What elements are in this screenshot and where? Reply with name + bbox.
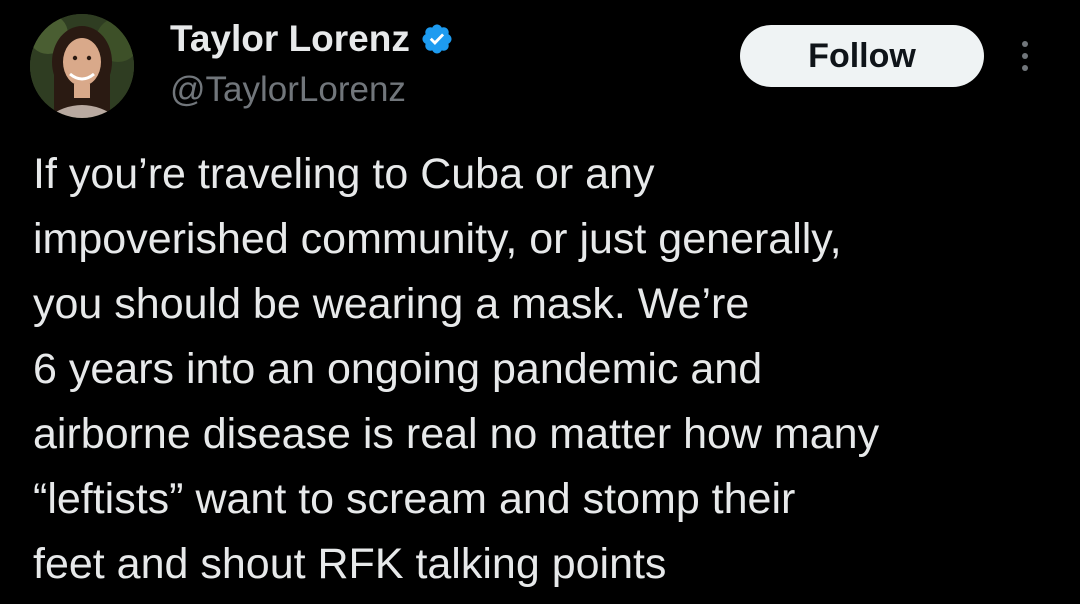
more-options-icon[interactable] [1012, 38, 1038, 74]
tweet-text-line: If you’re traveling to Cuba or any [33, 150, 655, 198]
tweet-card: Taylor Lorenz @TaylorLorenz Follow If yo… [0, 0, 1080, 604]
tweet-text-line: “leftists” want to scream and stomp thei… [33, 475, 796, 523]
tweet-body: If you’re traveling to Cuba or any impov… [33, 142, 1063, 597]
tweet-text-line: airborne disease is real no matter how m… [33, 410, 880, 458]
tweet-text-line: 6 years into an ongoing pandemic and [33, 345, 763, 393]
verified-badge-icon [422, 24, 452, 54]
tweet-text-line: you should be wearing a mask. We’re [33, 280, 750, 328]
author-handle[interactable]: @TaylorLorenz [170, 70, 406, 110]
display-name-text: Taylor Lorenz [170, 18, 410, 59]
tweet-text-line: impoverished community, or just generall… [33, 215, 842, 263]
tweet-text-line: feet and shout RFK talking points [33, 540, 667, 588]
avatar-photo [30, 14, 134, 118]
avatar[interactable] [30, 14, 134, 118]
follow-button[interactable]: Follow [740, 25, 984, 87]
author-display-name[interactable]: Taylor Lorenz [170, 18, 454, 60]
